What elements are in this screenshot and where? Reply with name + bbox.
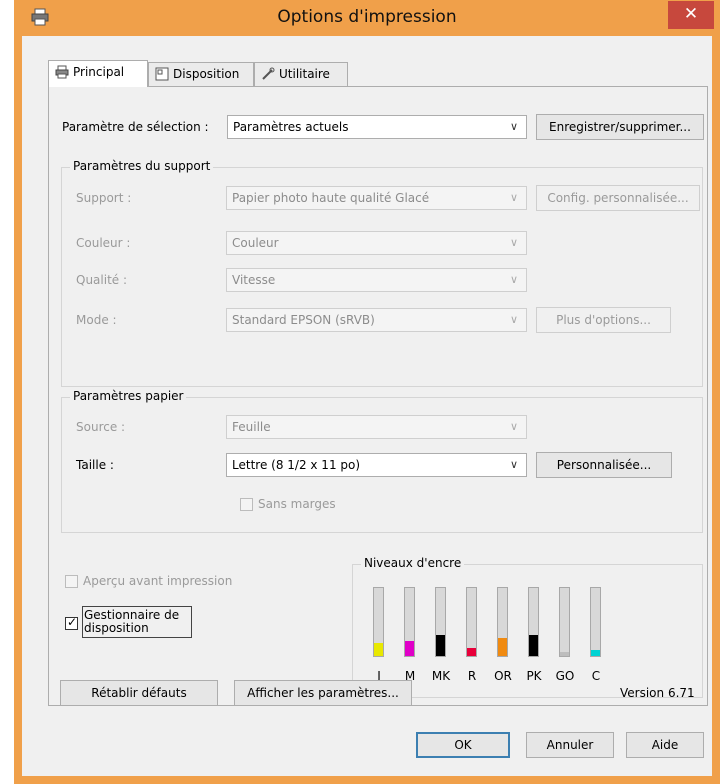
chevron-down-icon: ∨: [509, 120, 518, 133]
tab-disposition-label: Disposition: [173, 67, 240, 81]
quality-value: Vitesse: [232, 273, 276, 287]
ink-label-or: OR: [494, 669, 512, 683]
paper-settings-group: Paramètres papier Source : Feuille ∨ Tai…: [61, 389, 703, 533]
color-dropdown[interactable]: Couleur ∨: [226, 231, 527, 255]
media-settings-group: Paramètres du support Support : Papier p…: [61, 159, 703, 387]
tab-principal-label: Principal: [73, 65, 125, 79]
reset-defaults-button[interactable]: Rétablir défauts: [60, 680, 218, 706]
quality-dropdown[interactable]: Vitesse ∨: [226, 268, 527, 292]
chevron-down-icon: ∨: [509, 458, 518, 471]
color-value: Couleur: [232, 236, 279, 250]
ink-gauge-pk: [528, 587, 539, 657]
ink-fill-m: [405, 641, 414, 656]
ink-fill-go: [560, 652, 569, 656]
source-dropdown[interactable]: Feuille ∨: [226, 415, 527, 439]
print-options-window: Options d'impression ✕ Principal Disposi…: [14, 0, 720, 784]
size-label: Taille :: [76, 458, 114, 472]
ink-fill-r: [467, 648, 476, 656]
ink-fill-or: [498, 638, 507, 656]
chevron-down-icon: ∨: [509, 236, 518, 249]
printer-icon: [55, 65, 69, 79]
help-button[interactable]: Aide: [626, 732, 704, 758]
source-label: Source :: [76, 420, 126, 434]
ink-label-pk: PK: [526, 669, 542, 683]
chevron-down-icon: ∨: [509, 191, 518, 204]
principal-panel: Paramètre de sélection : Paramètres actu…: [48, 86, 708, 706]
size-dropdown[interactable]: Lettre (8 1/2 x 11 po) ∨: [226, 453, 527, 477]
layout-manager-label-box: Gestionnaire de disposition: [82, 606, 192, 638]
selection-value: Paramètres actuels: [233, 120, 349, 134]
ink-gauge-go: [559, 587, 570, 657]
support-label: Support :: [76, 191, 132, 205]
color-label: Couleur :: [76, 236, 131, 250]
selection-dropdown[interactable]: Paramètres actuels ∨: [227, 115, 527, 139]
selection-label: Paramètre de sélection :: [62, 120, 209, 134]
preview-checkbox[interactable]: [65, 575, 78, 588]
version-label: Version 6.71: [620, 686, 695, 700]
checkmark-icon: ✓: [67, 615, 78, 629]
ok-button[interactable]: OK: [416, 732, 510, 758]
ink-gauge-r: [466, 587, 477, 657]
cancel-button[interactable]: Annuler: [526, 732, 614, 758]
show-settings-button[interactable]: Afficher les paramètres...: [234, 680, 412, 706]
paper-settings-title: Paramètres papier: [70, 389, 187, 403]
borderless-checkbox[interactable]: [240, 498, 253, 511]
ink-label-go: GO: [555, 669, 575, 683]
layout-manager-label-line2: disposition: [84, 621, 149, 635]
ink-label-mk: MK: [431, 669, 451, 683]
ink-fill-c: [591, 650, 600, 656]
quality-label: Qualité :: [76, 273, 128, 287]
layout-manager-checkbox[interactable]: ✓: [65, 615, 78, 630]
ink-label-r: R: [467, 669, 477, 683]
source-value: Feuille: [232, 420, 271, 434]
ink-fill-j: [374, 643, 383, 656]
size-value: Lettre (8 1/2 x 11 po): [232, 458, 361, 472]
more-options-button[interactable]: Plus d'options...: [536, 307, 671, 333]
tab-utilitaire[interactable]: Utilitaire: [254, 62, 348, 86]
mode-value: Standard EPSON (sRVB): [232, 313, 375, 327]
save-delete-button[interactable]: Enregistrer/supprimer...: [536, 114, 704, 140]
preview-label: Aperçu avant impression: [83, 574, 233, 588]
chevron-down-icon: ∨: [509, 420, 518, 433]
ink-fill-mk: [436, 635, 445, 656]
wrench-icon: [262, 67, 275, 80]
close-button[interactable]: ✕: [668, 1, 714, 29]
borderless-label: Sans marges: [258, 497, 336, 511]
ink-gauge-mk: [435, 587, 446, 657]
mode-dropdown[interactable]: Standard EPSON (sRVB) ∨: [226, 308, 527, 332]
chevron-down-icon: ∨: [509, 313, 518, 326]
dialog-client-area: Principal Disposition Utilitaire Paramèt…: [22, 36, 712, 776]
support-dropdown[interactable]: Papier photo haute qualité Glacé ∨: [226, 186, 527, 210]
chevron-down-icon: ∨: [509, 273, 518, 286]
custom-config-button[interactable]: Config. personnalisée...: [536, 185, 700, 211]
ink-gauge-or: [497, 587, 508, 657]
title-bar[interactable]: Options d'impression ✕: [14, 0, 720, 36]
custom-size-button[interactable]: Personnalisée...: [536, 452, 672, 478]
support-value: Papier photo haute qualité Glacé: [232, 191, 430, 205]
tab-disposition[interactable]: Disposition: [148, 62, 254, 86]
ink-fill-pk: [529, 635, 538, 656]
ink-gauge-m: [404, 587, 415, 657]
ink-gauge-j: [373, 587, 384, 657]
window-title: Options d'impression: [277, 7, 457, 27]
tab-principal[interactable]: Principal: [48, 60, 148, 87]
media-settings-title: Paramètres du support: [70, 159, 214, 173]
layout-icon: [155, 67, 169, 81]
ink-label-c: C: [591, 669, 601, 683]
mode-label: Mode :: [76, 313, 117, 327]
ink-levels-group: Niveaux d'encre J M MK R OR PK GO C: [352, 556, 703, 698]
tab-utilitaire-label: Utilitaire: [279, 67, 330, 81]
ink-levels-title: Niveaux d'encre: [361, 556, 465, 570]
ink-gauge-c: [590, 587, 601, 657]
